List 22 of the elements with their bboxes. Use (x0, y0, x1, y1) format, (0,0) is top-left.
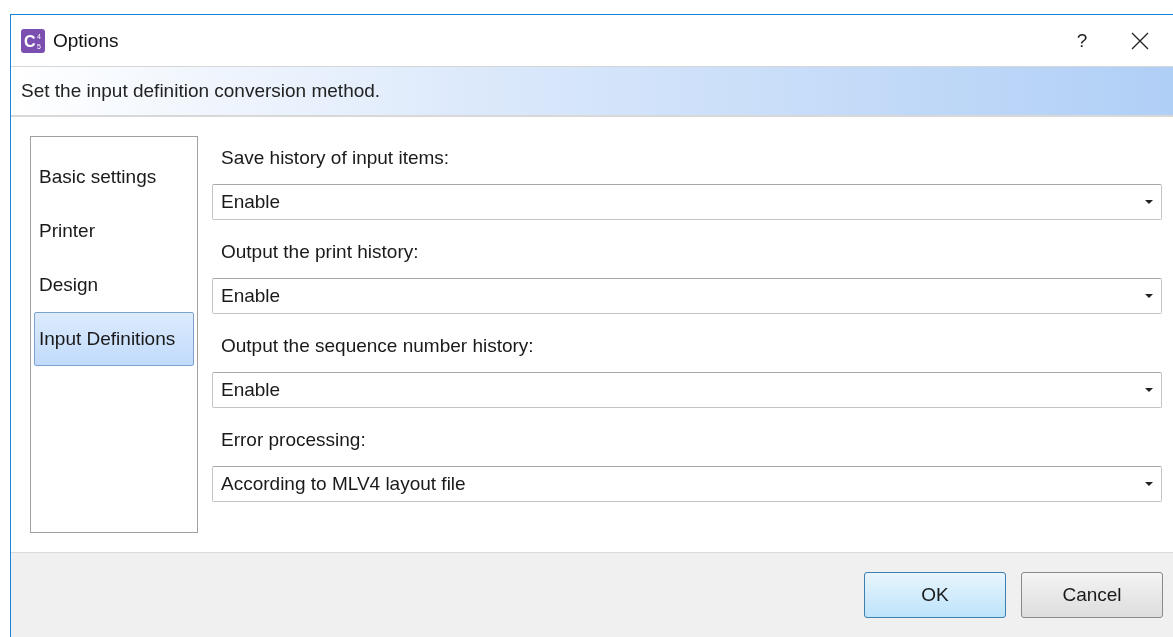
setting-label: Error processing: (221, 428, 367, 452)
window-title: Options (53, 29, 120, 52)
dropdown-arrow-icon (1145, 388, 1153, 392)
dropdown-arrow-icon (1145, 200, 1153, 204)
setting-dropdown[interactable]: Enable (212, 278, 1162, 314)
setting-label: Save history of input items: (221, 146, 451, 170)
category-item[interactable]: Design (34, 258, 194, 312)
category-item[interactable]: Basic settings (34, 150, 194, 204)
setting-label: Output the sequence number history: (221, 334, 535, 358)
instruction-banner: Set the input definition conversion method. (11, 67, 1173, 117)
setting-dropdown[interactable]: Enable (212, 184, 1162, 220)
cancel-button[interactable]: Cancel (1021, 572, 1163, 618)
category-item[interactable]: Input Definitions (34, 312, 194, 366)
dropdown-arrow-icon (1145, 482, 1153, 486)
close-icon (1131, 31, 1149, 50)
setting-dropdown[interactable]: According to MLV4 layout file (212, 466, 1162, 502)
setting-label: Output the print history: (221, 240, 420, 264)
category-item[interactable]: Printer (34, 204, 194, 258)
ok-button[interactable]: OK (864, 572, 1006, 618)
dropdown-arrow-icon (1145, 294, 1153, 298)
setting-dropdown[interactable]: Enable (212, 372, 1162, 408)
help-button[interactable]: ? (1059, 20, 1105, 61)
